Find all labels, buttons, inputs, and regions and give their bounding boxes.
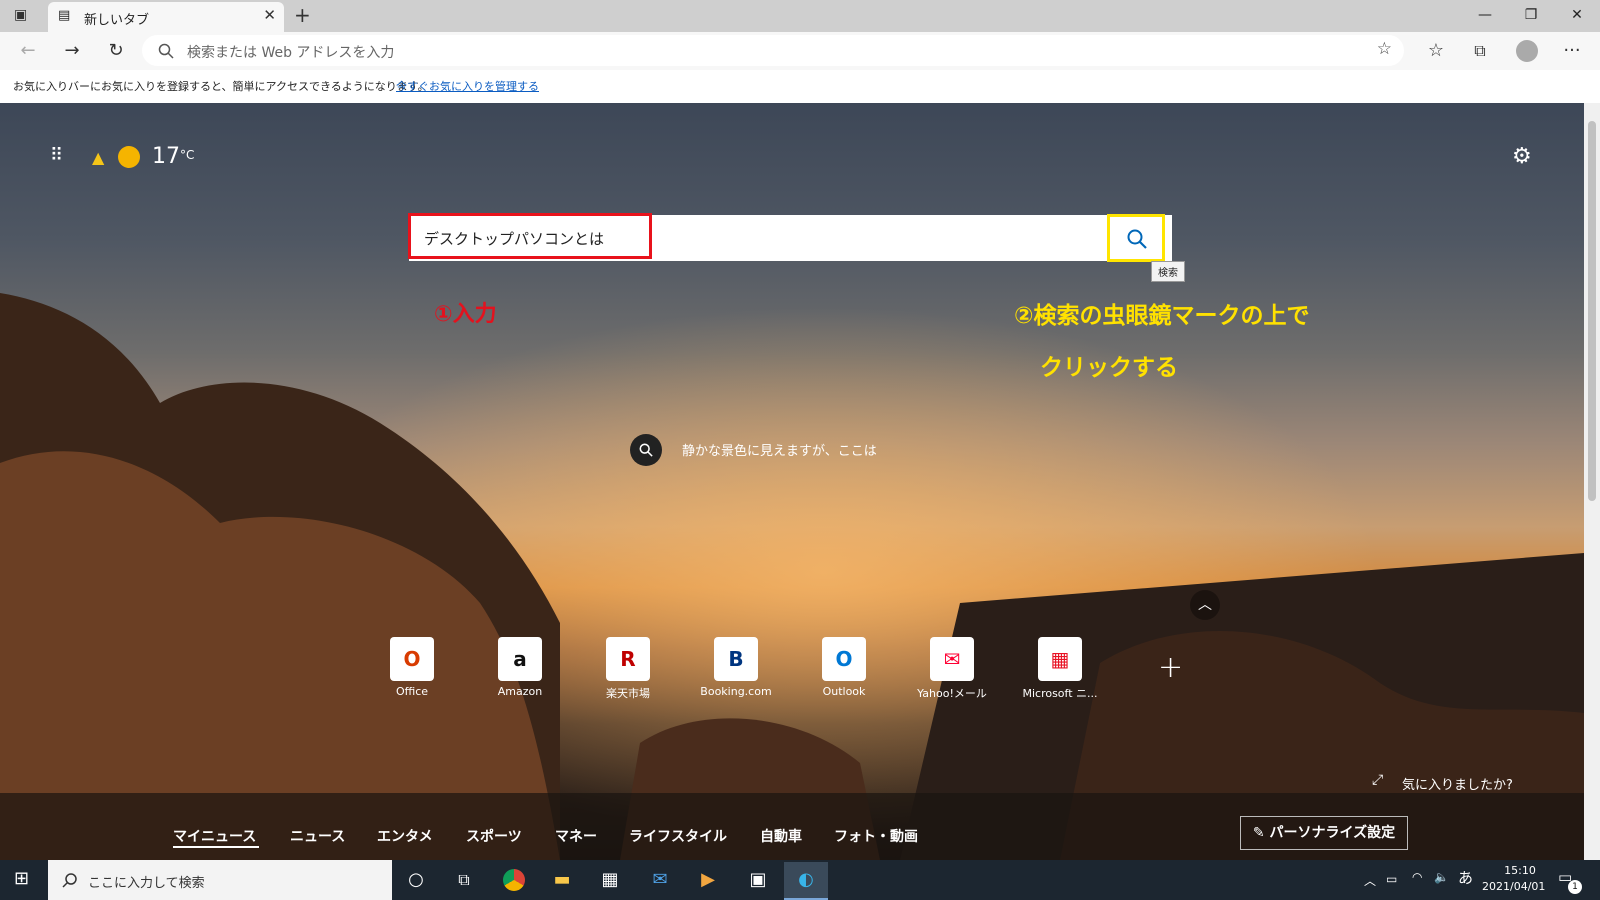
manage-favorites-link[interactable]: 今すぐお気に入りを管理する xyxy=(396,78,539,94)
news-tab[interactable]: 自動車 xyxy=(760,826,802,846)
msn-icon: ▦ xyxy=(1038,637,1082,681)
add-site-plus-icon[interactable]: + xyxy=(1158,650,1183,685)
quick-link-tile[interactable]: B Booking.com xyxy=(688,637,784,698)
show-hidden-icons-icon[interactable]: ︿ xyxy=(1364,872,1376,889)
image-info-search-icon[interactable] xyxy=(630,434,662,466)
news-tab[interactable]: スポーツ xyxy=(466,826,522,846)
mail-icon[interactable]: ✉ xyxy=(638,862,682,898)
sunny-icon[interactable] xyxy=(118,146,140,168)
volume-icon[interactable]: 🔈 xyxy=(1434,870,1449,884)
news-tab[interactable]: フォト・動画 xyxy=(834,826,918,846)
input-highlight-frame xyxy=(408,213,652,259)
vertical-scrollbar[interactable] xyxy=(1584,103,1600,860)
page-icon: ▤ xyxy=(58,8,71,23)
edge-icon[interactable]: ◐ xyxy=(784,862,828,900)
store-icon[interactable]: ▦ xyxy=(588,862,632,898)
annotation-step1: ①入力 xyxy=(434,302,497,327)
quick-link-label: Outlook xyxy=(822,685,866,698)
pencil-icon: ✎ xyxy=(1252,825,1265,841)
profile-avatar[interactable] xyxy=(1516,40,1538,62)
search-icon xyxy=(158,43,174,59)
quick-link-tile[interactable]: ✉ Yahoo!メール xyxy=(904,637,1000,701)
quick-link-tile[interactable]: O Office xyxy=(364,637,460,698)
close-window-button[interactable]: ✕ xyxy=(1554,0,1600,32)
back-button[interactable]: ← xyxy=(14,38,42,64)
tab-title: 新しいタブ xyxy=(84,13,150,28)
photos-icon[interactable]: ▣ xyxy=(736,862,780,898)
favorites-bar-message: お気に入りバーにお気に入りを登録すると、簡単にアクセスできるようになります。 xyxy=(13,80,429,93)
temperature[interactable]: 17 xyxy=(152,144,180,169)
address-placeholder: 検索または Web アドレスを入力 xyxy=(187,45,395,61)
clock-time[interactable]: 15:10 xyxy=(1498,864,1542,877)
office-icon: O xyxy=(390,637,434,681)
cortana-icon[interactable]: ○ xyxy=(394,862,438,898)
weather-alert-icon[interactable]: ▲ xyxy=(92,148,104,167)
annotation-step2-line1: ②検索の虫眼鏡マークの上で xyxy=(1014,303,1310,329)
taskbar-search-icon xyxy=(62,873,77,888)
more-menu-icon[interactable]: ··· xyxy=(1558,38,1586,64)
favorites-icon[interactable]: ☆ xyxy=(1422,38,1450,64)
restore-button[interactable]: ❐ xyxy=(1508,0,1554,32)
quick-link-label: 楽天市場 xyxy=(606,687,650,700)
settings-gear-icon[interactable]: ⚙ xyxy=(1512,144,1532,169)
media-player-icon[interactable]: ▶ xyxy=(686,862,730,898)
search-button-highlight-frame xyxy=(1107,214,1165,262)
taskbar-search-box[interactable]: ここに入力して検索 xyxy=(48,860,392,900)
notification-count: 1 xyxy=(1568,880,1582,894)
new-tab-button[interactable]: + xyxy=(294,3,311,27)
active-tab-underline xyxy=(173,846,259,848)
quick-link-label: Microsoft ニ... xyxy=(1022,687,1098,700)
feedback-link[interactable]: 気に入りましたか? xyxy=(1402,774,1513,793)
add-favorite-icon[interactable]: ☆ xyxy=(1377,39,1392,59)
forward-button[interactable]: → xyxy=(58,38,86,64)
news-tab[interactable]: エンタメ xyxy=(377,826,433,846)
tab-new-tab[interactable]: ▤ 新しいタブ ✕ xyxy=(48,2,284,32)
quick-link-tile[interactable]: a Amazon xyxy=(472,637,568,698)
wifi-icon[interactable]: ◠ xyxy=(1412,870,1422,884)
annotation-step2-line2: クリックする xyxy=(1040,355,1178,381)
news-tab[interactable]: マイニュース xyxy=(173,826,256,846)
file-explorer-icon[interactable]: ▬ xyxy=(540,862,584,898)
quick-link-label: Amazon xyxy=(497,685,543,698)
image-fact-text[interactable]: 静かな景色に見えますが、ここは xyxy=(682,440,877,459)
search-tooltip: 検索 xyxy=(1151,261,1185,282)
ime-indicator[interactable]: あ xyxy=(1458,867,1473,888)
tab-actions-icon[interactable]: ▣ xyxy=(14,7,27,23)
close-tab-icon[interactable]: ✕ xyxy=(263,6,276,24)
favorites-bar: お気に入りバーにお気に入りを登録すると、簡単にアクセスできるようになります。 今… xyxy=(0,70,1600,104)
quick-link-label: Booking.com xyxy=(700,685,772,698)
refresh-button[interactable]: ↻ xyxy=(102,38,130,64)
collections-icon[interactable]: ⧉ xyxy=(1466,38,1494,64)
windows-start-icon[interactable]: ⊞ xyxy=(14,868,29,889)
quick-link-tile[interactable]: O Outlook xyxy=(796,637,892,698)
amazon-icon: a xyxy=(498,637,542,681)
quick-link-label: Yahoo!メール xyxy=(917,687,987,700)
taskbar-search-placeholder: ここに入力して検索 xyxy=(88,876,205,891)
personalize-label: パーソナライズ設定 xyxy=(1269,825,1396,841)
address-bar[interactable]: 検索または Web アドレスを入力 ☆ xyxy=(142,35,1404,66)
task-view-icon[interactable]: ⧉ xyxy=(442,862,486,898)
minimize-button[interactable]: — xyxy=(1462,0,1508,32)
quick-link-tile[interactable]: R 楽天市場 xyxy=(580,637,676,701)
booking-icon: B xyxy=(714,637,758,681)
battery-icon[interactable]: ▭ xyxy=(1386,872,1397,886)
personalize-button[interactable]: ✎ パーソナライズ設定 xyxy=(1240,816,1408,850)
rakuten-icon: R xyxy=(606,637,650,681)
scrollbar-thumb[interactable] xyxy=(1588,121,1596,501)
apps-launcher-icon[interactable]: ⠿ xyxy=(50,145,63,166)
chevron-up-icon[interactable]: ︿ xyxy=(1190,590,1220,620)
outlook-icon: O xyxy=(822,637,866,681)
news-tab[interactable]: ニュース xyxy=(290,826,345,846)
news-tab[interactable]: ライフスタイル xyxy=(629,826,727,846)
news-tab[interactable]: マネー xyxy=(555,826,597,846)
expand-icon[interactable]: ⤢ xyxy=(1372,772,1383,788)
quick-link-tile[interactable]: ▦ Microsoft ニ... xyxy=(1012,637,1108,701)
clock-date[interactable]: 2021/04/01 xyxy=(1482,880,1545,893)
yahoo-mail-icon: ✉ xyxy=(930,637,974,681)
temperature-unit: °C xyxy=(180,148,195,162)
chrome-icon[interactable] xyxy=(492,862,536,898)
quick-link-label: Office xyxy=(395,685,429,698)
